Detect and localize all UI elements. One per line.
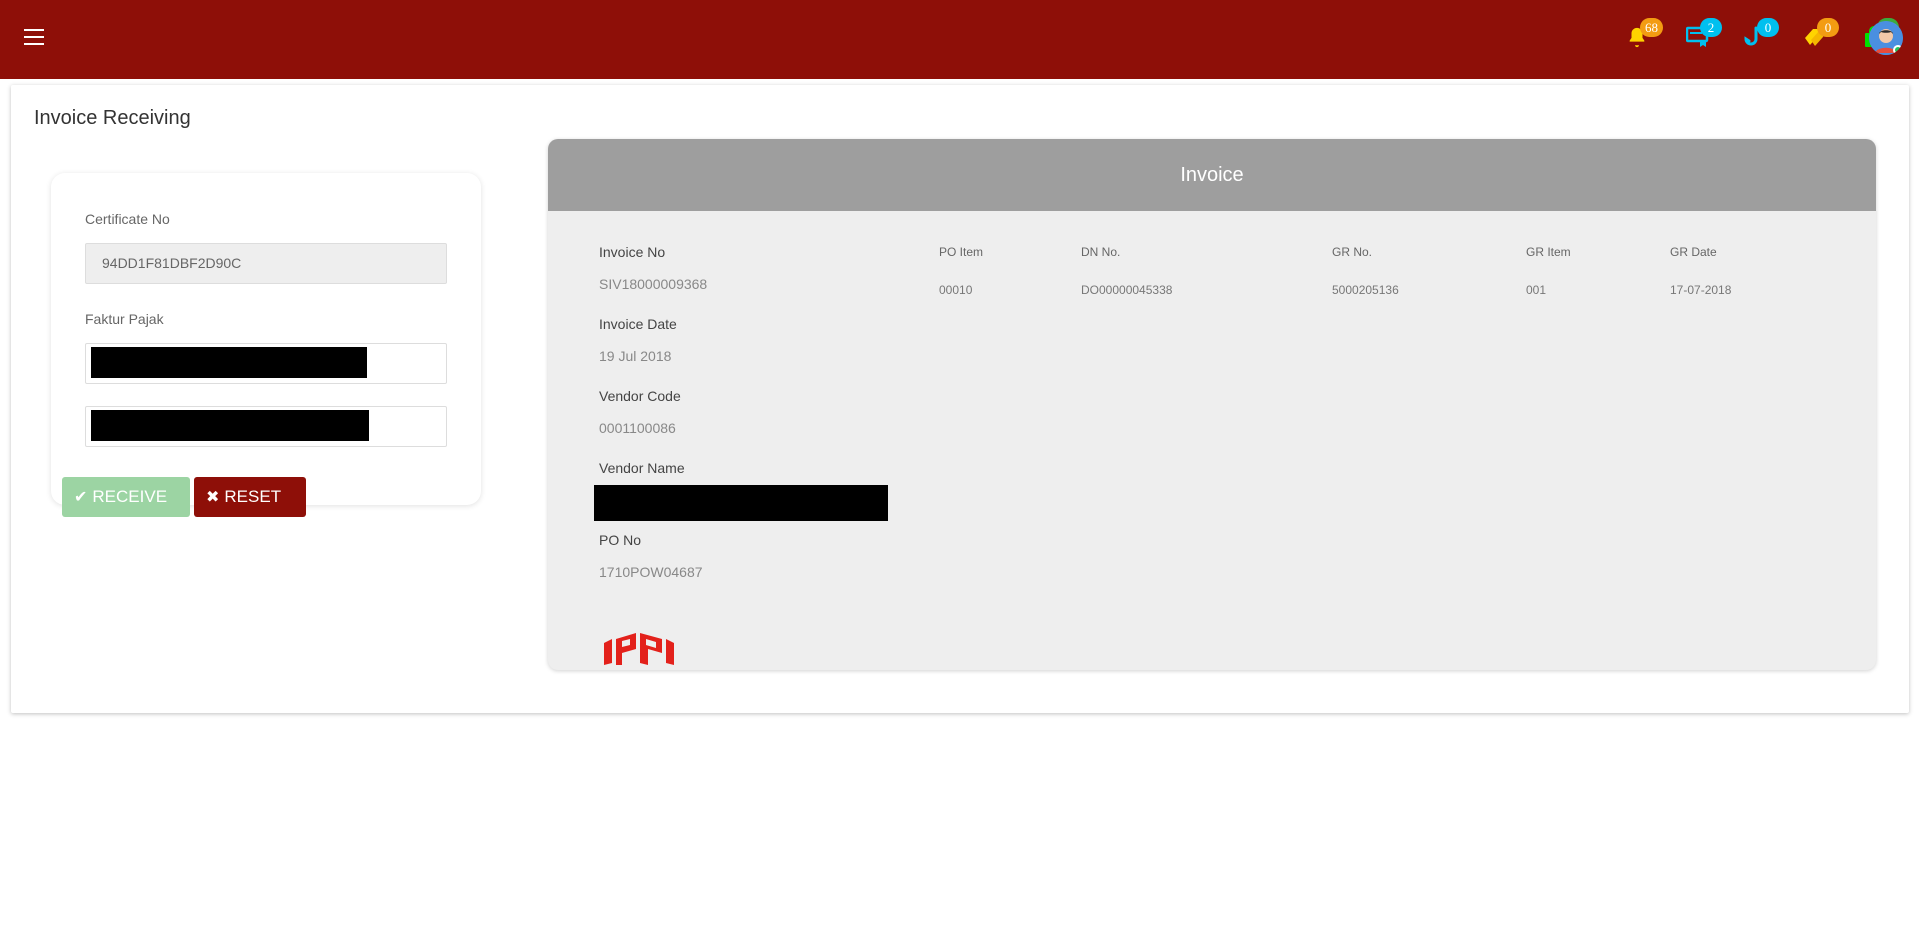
col-gr-item: GR Item bbox=[1526, 245, 1571, 259]
invoice-panel: Invoice Invoice No SIV18000009368 Invoic… bbox=[548, 139, 1876, 670]
po-no-value: 1710POW04687 bbox=[599, 564, 703, 580]
vendor-name-label: Vendor Name bbox=[599, 460, 685, 476]
receive-button[interactable]: ✔ RECEIVE bbox=[62, 477, 190, 517]
reset-button-label: RESET bbox=[224, 487, 282, 506]
col-dn-no: DN No. bbox=[1081, 245, 1121, 259]
certificate-button[interactable]: 2 bbox=[1680, 18, 1722, 58]
receive-button-label: RECEIVE bbox=[92, 487, 168, 506]
certificate-count-badge: 2 bbox=[1700, 18, 1722, 37]
tags-count-badge: 0 bbox=[1817, 18, 1839, 37]
check-icon: ✔ bbox=[74, 489, 88, 506]
invoice-header: Invoice bbox=[548, 139, 1876, 211]
col-po-item: PO Item bbox=[939, 245, 984, 259]
page-title: Invoice Receiving bbox=[34, 107, 191, 129]
close-icon: ✖ bbox=[206, 489, 220, 506]
certificate-no-label: Certificate No bbox=[85, 211, 170, 227]
invoice-no-label: Invoice No bbox=[599, 244, 666, 260]
vendor-code-value: 0001100086 bbox=[599, 420, 676, 436]
redacted-vendor-name bbox=[594, 485, 888, 521]
faktur-pajak-label: Faktur Pajak bbox=[85, 311, 164, 327]
col-gr-date: GR Date bbox=[1670, 245, 1717, 259]
po-no-label: PO No bbox=[599, 532, 642, 548]
user-avatar[interactable] bbox=[1869, 21, 1903, 55]
reset-button[interactable]: ✖ RESET bbox=[194, 477, 306, 517]
top-navbar: 68 2 0 0 bbox=[0, 0, 1919, 79]
redacted-block bbox=[91, 410, 369, 441]
notification-count-badge: 68 bbox=[1640, 18, 1663, 37]
faktur-pajak-input-1[interactable] bbox=[85, 343, 447, 384]
notification-bell-button[interactable]: 68 bbox=[1620, 18, 1663, 58]
col-gr-no: GR No. bbox=[1332, 245, 1373, 259]
faktur-pajak-input-2[interactable] bbox=[85, 406, 447, 447]
hamburger-menu-icon[interactable] bbox=[24, 29, 44, 45]
vendor-code-label: Vendor Code bbox=[599, 388, 681, 404]
company-logo bbox=[604, 633, 674, 665]
online-status-dot bbox=[1893, 45, 1903, 55]
invoice-no-value: SIV18000009368 bbox=[599, 276, 708, 292]
tags-button[interactable]: 0 bbox=[1797, 18, 1839, 58]
page-card: Invoice Receiving Certificate No 94DD1F8… bbox=[11, 85, 1909, 713]
cell-gr-date: 17-07-2018 bbox=[1670, 283, 1732, 297]
cell-po-item: 00010 bbox=[939, 283, 973, 297]
redacted-block bbox=[91, 347, 367, 378]
hook-button[interactable]: 0 bbox=[1737, 18, 1779, 58]
cell-gr-no: 5000205136 bbox=[1332, 283, 1399, 297]
invoice-date-value: 19 Jul 2018 bbox=[599, 348, 672, 364]
cell-gr-item: 001 bbox=[1526, 283, 1547, 297]
invoice-date-label: Invoice Date bbox=[599, 316, 677, 332]
cell-dn-no: DO00000045338 bbox=[1081, 283, 1173, 297]
certificate-no-input[interactable]: 94DD1F81DBF2D90C bbox=[85, 243, 447, 284]
form-card: Certificate No 94DD1F81DBF2D90C Faktur P… bbox=[51, 173, 481, 505]
hook-count-badge: 0 bbox=[1757, 18, 1779, 37]
